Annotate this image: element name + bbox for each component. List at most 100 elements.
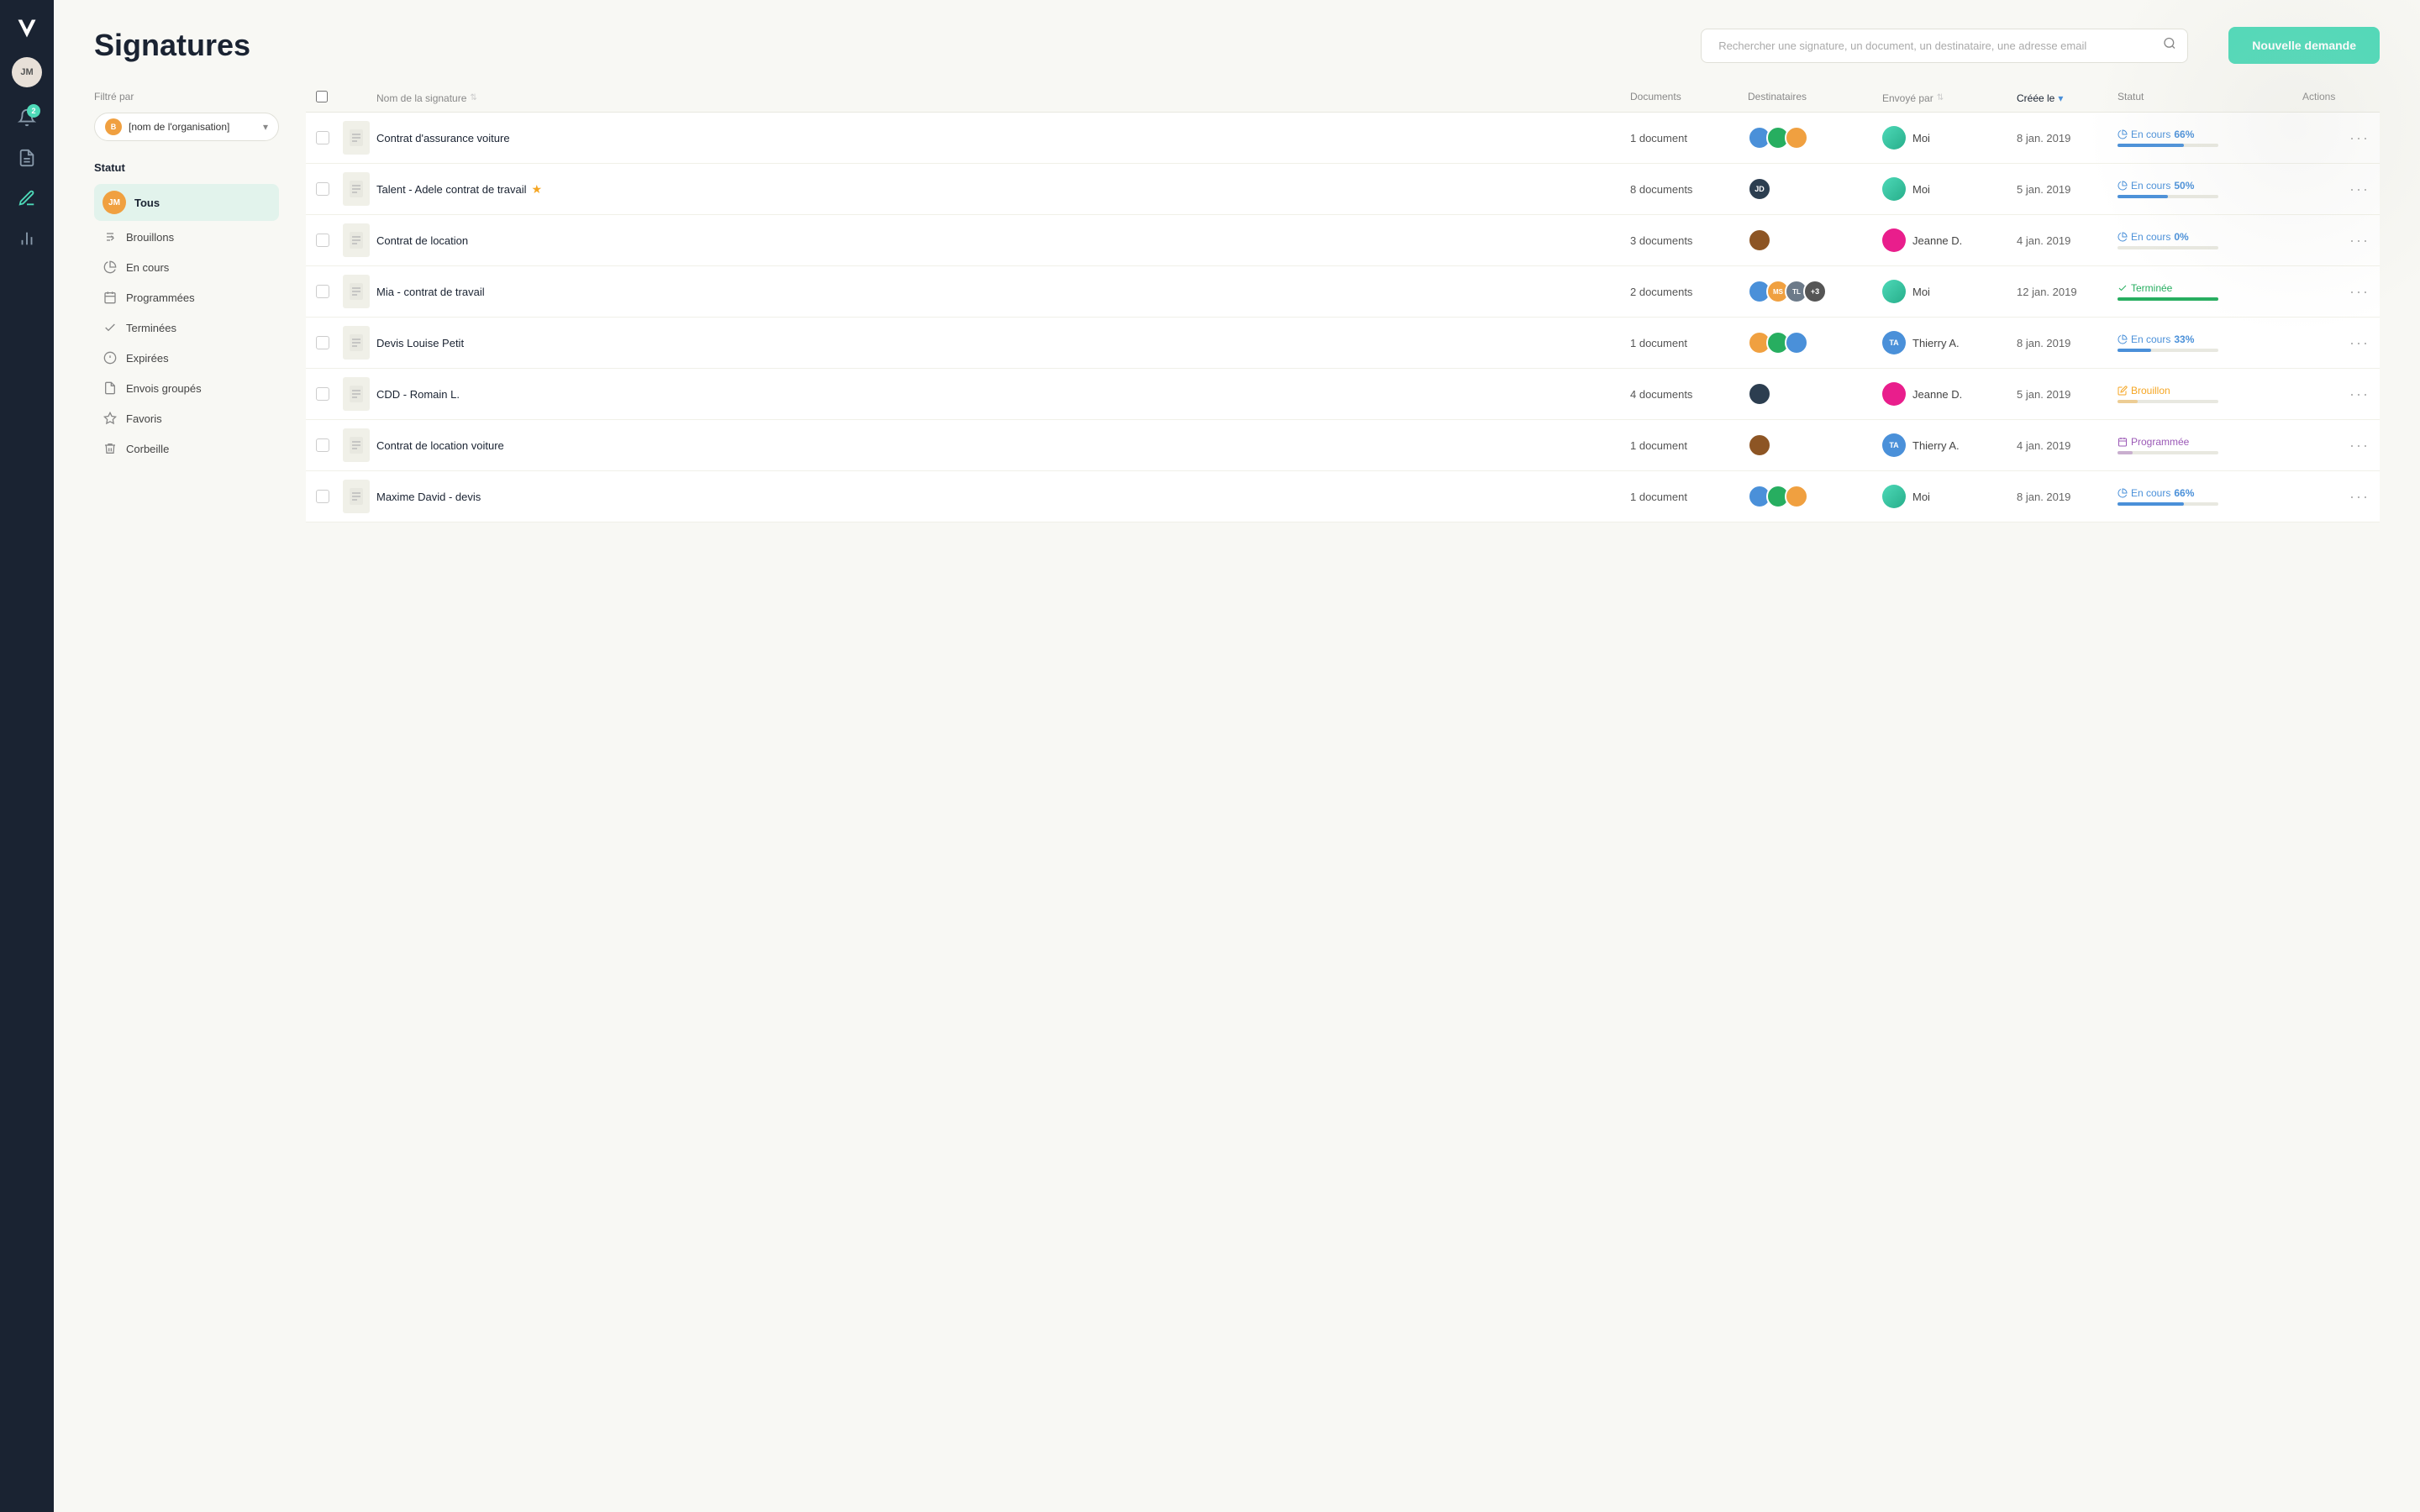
sort-nom-icon[interactable]: ⇅	[470, 93, 476, 102]
more-actions-button[interactable]: ···	[2302, 334, 2370, 352]
doc-status: En cours 66%	[2118, 129, 2302, 147]
sidebar-item-label-brouillons: Brouillons	[126, 231, 174, 244]
check-icon	[103, 320, 118, 335]
sidebar-item-programmees[interactable]: Programmées	[94, 283, 279, 312]
row-checkbox[interactable]	[316, 131, 343, 144]
doc-documents: 1 document	[1630, 491, 1748, 503]
notification-badge: 2	[27, 104, 40, 118]
sidebar-item-en-cours[interactable]: En cours	[94, 253, 279, 281]
table-header: Nom de la signature ⇅ Documents Destinat…	[306, 84, 2380, 113]
doc-thumbnail	[343, 377, 370, 411]
recipient-avatar	[1785, 485, 1808, 508]
table-row: Maxime David - devis 1 document Moi 8 ja…	[306, 471, 2380, 522]
doc-name[interactable]: Talent - Adele contrat de travail ★	[376, 182, 1630, 197]
more-actions-button[interactable]: ···	[2302, 181, 2370, 198]
sidebar-item-corbeille[interactable]: Corbeille	[94, 434, 279, 463]
sidebar-item-signatures[interactable]	[10, 181, 44, 215]
sort-envoye-icon[interactable]: ⇅	[1937, 93, 1944, 102]
org-filter[interactable]: B [nom de l'organisation] ▾	[94, 113, 279, 141]
doc-recipients	[1748, 331, 1882, 354]
doc-sender: Moi	[1882, 126, 2017, 150]
sidebar-item-label-programmees: Programmées	[126, 291, 195, 304]
more-actions-button[interactable]: ···	[2302, 129, 2370, 147]
sender-avatar	[1882, 382, 1906, 406]
sidebar-item-label-en-cours: En cours	[126, 261, 169, 274]
sidebar-item-envois-groupes[interactable]: Envois groupés	[94, 374, 279, 402]
sort-cree-icon[interactable]: ▾	[2058, 92, 2063, 104]
row-checkbox[interactable]	[316, 438, 343, 452]
status-text: En cours	[2131, 333, 2170, 345]
recipient-avatar	[1785, 331, 1808, 354]
draft-icon	[103, 229, 118, 244]
sidebar-item-favoris[interactable]: Favoris	[94, 404, 279, 433]
doc-thumbnail	[343, 326, 370, 360]
doc-thumbnail	[343, 121, 370, 155]
doc-recipients	[1748, 382, 1882, 406]
doc-name[interactable]: Mia - contrat de travail	[376, 286, 1630, 298]
sidebar-item-notifications[interactable]: 2	[10, 101, 44, 134]
search-icon[interactable]	[2163, 37, 2176, 55]
row-checkbox[interactable]	[316, 285, 343, 298]
doc-documents: 2 documents	[1630, 286, 1748, 298]
doc-name[interactable]: Contrat de location voiture	[376, 439, 1630, 452]
doc-name[interactable]: Maxime David - devis	[376, 491, 1630, 503]
doc-name[interactable]: Devis Louise Petit	[376, 337, 1630, 349]
status-text: En cours	[2131, 129, 2170, 140]
doc-status: En cours 66%	[2118, 487, 2302, 506]
sidebar-item-label-corbeille: Corbeille	[126, 443, 169, 455]
row-checkbox[interactable]	[316, 336, 343, 349]
sender-name: Moi	[1912, 286, 1930, 298]
search-input[interactable]	[1701, 29, 2188, 63]
doc-sender: Jeanne D.	[1882, 228, 2017, 252]
sender-avatar	[1882, 280, 1906, 303]
doc-date: 4 jan. 2019	[2017, 439, 2118, 452]
doc-documents: 3 documents	[1630, 234, 1748, 247]
sidebar-item-expirees[interactable]: Expirées	[94, 344, 279, 372]
table-row: Talent - Adele contrat de travail ★ 8 do…	[306, 164, 2380, 215]
doc-recipients	[1748, 433, 1882, 457]
sidebar-item-documents[interactable]	[10, 141, 44, 175]
header-actions: Actions	[2302, 91, 2370, 105]
status-text: Brouillon	[2131, 385, 2170, 396]
app-logo[interactable]	[12, 13, 42, 44]
doc-status: Terminée	[2118, 282, 2302, 301]
doc-date: 5 jan. 2019	[2017, 388, 2118, 401]
doc-recipients: MS TL +3	[1748, 280, 1882, 303]
more-actions-button[interactable]: ···	[2302, 437, 2370, 454]
doc-sender: Moi	[1882, 177, 2017, 201]
sender-avatar	[1882, 485, 1906, 508]
progress-icon	[103, 260, 118, 275]
user-avatar[interactable]: JM	[12, 57, 42, 87]
doc-name[interactable]: Contrat d'assurance voiture	[376, 132, 1630, 144]
more-actions-button[interactable]: ···	[2302, 283, 2370, 301]
sidebar-item-tous[interactable]: JM Tous	[94, 184, 279, 221]
doc-name[interactable]: CDD - Romain L.	[376, 388, 1630, 401]
recipient-avatar: JD	[1748, 177, 1771, 201]
more-actions-button[interactable]: ···	[2302, 488, 2370, 506]
status-percent: 0%	[2174, 231, 2188, 243]
header-envoye-par: Envoyé par ⇅	[1882, 91, 2017, 105]
status-text: En cours	[2131, 180, 2170, 192]
row-checkbox[interactable]	[316, 490, 343, 503]
sidebar-item-brouillons[interactable]: Brouillons	[94, 223, 279, 251]
header: Signatures Nouvelle demande	[54, 0, 2420, 84]
recipient-avatar	[1748, 228, 1771, 252]
header-checkbox[interactable]	[316, 91, 343, 105]
sender-name: Jeanne D.	[1912, 234, 1962, 247]
row-checkbox[interactable]	[316, 234, 343, 247]
doc-recipients	[1748, 228, 1882, 252]
new-request-button[interactable]: Nouvelle demande	[2228, 27, 2380, 64]
more-actions-button[interactable]: ···	[2302, 386, 2370, 403]
sender-name: Thierry A.	[1912, 439, 1960, 452]
more-actions-button[interactable]: ···	[2302, 232, 2370, 249]
sidebar-item-label-expirees: Expirées	[126, 352, 169, 365]
row-checkbox[interactable]	[316, 182, 343, 196]
timer-icon	[103, 350, 118, 365]
doc-status: En cours 0%	[2118, 231, 2302, 249]
header-envoye-par-label: Envoyé par	[1882, 92, 1933, 104]
sidebar-item-analytics[interactable]	[10, 222, 44, 255]
doc-name[interactable]: Contrat de location	[376, 234, 1630, 247]
table-row: Contrat de location 3 documents Jeanne D…	[306, 215, 2380, 266]
row-checkbox[interactable]	[316, 387, 343, 401]
sidebar-item-terminees[interactable]: Terminées	[94, 313, 279, 342]
